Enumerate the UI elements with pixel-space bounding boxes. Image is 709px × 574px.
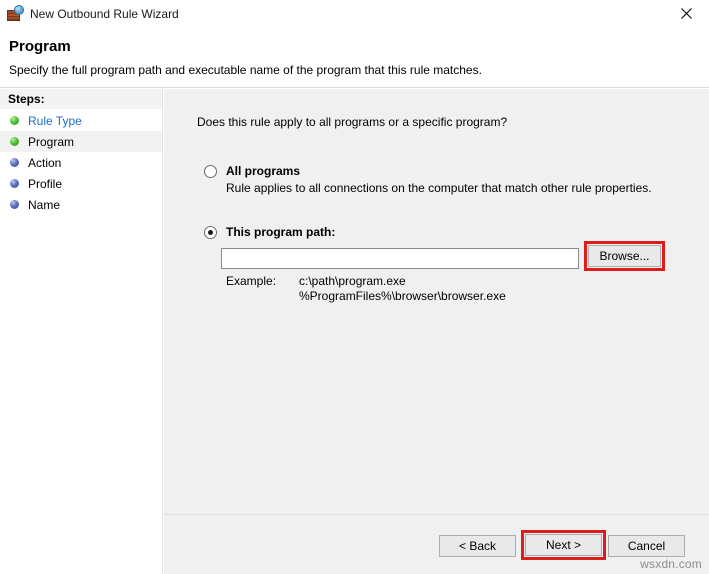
example-line-2: %ProgramFiles%\browser\browser.exe	[299, 289, 506, 303]
next-button[interactable]: Next >	[525, 534, 602, 556]
sidebar-item-rule-type[interactable]: Rule Type	[0, 110, 162, 131]
page-title: Program	[9, 38, 71, 55]
example-label: Example:	[226, 274, 277, 288]
browse-button[interactable]: Browse...	[588, 245, 661, 267]
step-bullet-icon	[10, 137, 19, 146]
cancel-button[interactable]: Cancel	[608, 535, 685, 557]
steps-heading: Steps:	[0, 89, 162, 110]
next-button-highlight: Next >	[521, 530, 606, 560]
watermark-text: wsxdn.com	[640, 557, 702, 571]
globe-shape	[14, 4, 24, 15]
step-bullet-icon	[10, 158, 19, 167]
sidebar-item-name[interactable]: Name	[0, 194, 162, 215]
page-subtitle: Specify the full program path and execut…	[9, 63, 482, 77]
radio-label-all-programs: All programs	[226, 164, 301, 178]
back-button[interactable]: < Back	[439, 535, 516, 557]
program-path-input[interactable]	[221, 248, 579, 269]
question-text: Does this rule apply to all programs or …	[197, 115, 508, 129]
firewall-globe-icon	[7, 4, 24, 22]
radio-label-this-program-path: This program path:	[226, 225, 336, 239]
sidebar-item-program[interactable]: Program	[0, 131, 162, 152]
browse-button-highlight: Browse...	[584, 241, 665, 271]
content-panel: Does this rule apply to all programs or …	[164, 89, 709, 574]
close-icon[interactable]	[664, 0, 709, 27]
radio-icon-all-programs[interactable]	[204, 165, 217, 178]
sidebar-item-label: Profile	[28, 176, 63, 191]
radio-icon-this-program-path[interactable]	[204, 226, 217, 239]
step-bullet-icon	[10, 200, 19, 209]
step-bullet-icon	[10, 179, 19, 188]
sidebar-item-action[interactable]: Action	[0, 152, 162, 173]
example-values: c:\path\program.exe %ProgramFiles%\brows…	[299, 274, 506, 304]
page-header: Program Specify the full program path an…	[0, 27, 709, 88]
sidebar-item-label: Action	[28, 155, 62, 170]
example-line-1: c:\path\program.exe	[299, 274, 406, 288]
sidebar-item-label: Name	[28, 197, 61, 212]
sidebar-item-label: Rule Type	[28, 113, 82, 128]
radio-all-programs[interactable]: All programs	[204, 164, 300, 178]
step-bullet-icon	[10, 116, 19, 125]
sidebar-item-label: Program	[28, 134, 75, 149]
window-title: New Outbound Rule Wizard	[30, 6, 179, 21]
title-bar: New Outbound Rule Wizard	[0, 0, 709, 27]
footer-divider	[164, 514, 709, 515]
radio-this-program-path[interactable]: This program path:	[204, 225, 335, 239]
sidebar-item-profile[interactable]: Profile	[0, 173, 162, 194]
all-programs-description: Rule applies to all connections on the c…	[226, 181, 652, 195]
steps-sidebar: Steps: Rule Type Program Action Profile …	[0, 89, 163, 574]
